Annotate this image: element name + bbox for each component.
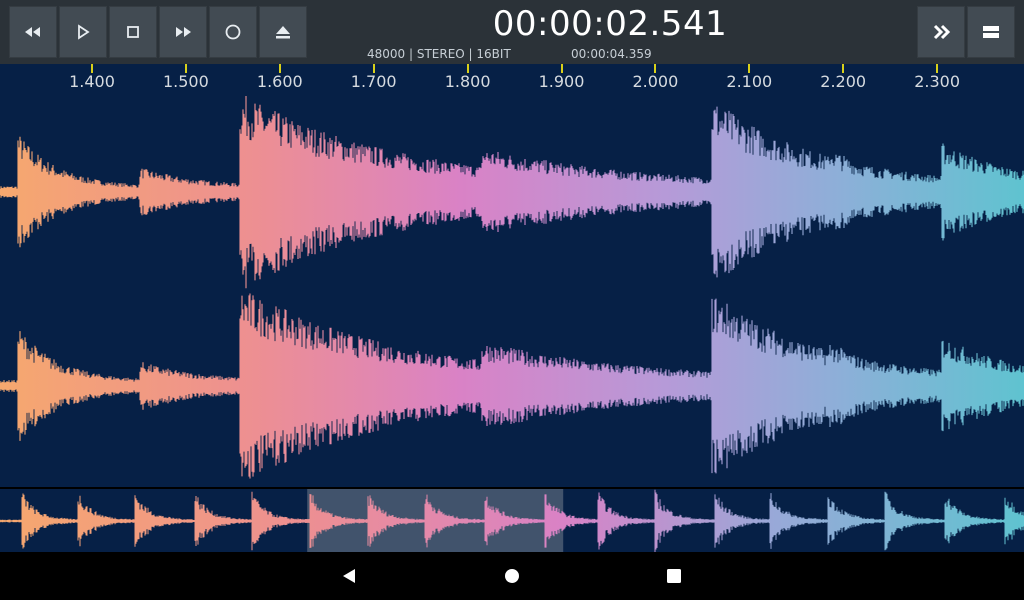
toolbar: 00:00:02.541 48000 | STEREO | 16BIT 00:0… — [0, 0, 1024, 64]
ruler-label: 1.700 — [350, 72, 397, 91]
ruler-label: 2.300 — [914, 72, 960, 91]
eject-button[interactable] — [259, 6, 307, 58]
play-button[interactable] — [59, 6, 107, 58]
skip-forward-button[interactable] — [917, 6, 965, 58]
stop-icon — [127, 26, 139, 38]
fast-forward-button[interactable] — [159, 6, 207, 58]
menu-icon — [983, 26, 999, 38]
ruler-label: 2.200 — [820, 72, 867, 91]
ruler-label: 1.900 — [538, 72, 585, 91]
play-icon — [78, 24, 90, 40]
fast-forward-icon — [176, 27, 191, 37]
ruler-label: 1.500 — [162, 72, 209, 91]
home-button[interactable] — [498, 562, 526, 590]
ruler-label: 2.100 — [726, 72, 773, 91]
ruler-label: 2.000 — [632, 72, 679, 91]
waveform-right-channel — [0, 293, 1024, 479]
timecode-display: 00:00:02.541 — [492, 4, 728, 44]
eject-icon — [276, 26, 290, 39]
record-icon — [225, 24, 241, 40]
stop-button[interactable] — [109, 6, 157, 58]
time-ruler[interactable]: 1.400 1.500 1.600 1.700 1.800 1.900 2.000 2.100… — [0, 64, 1024, 98]
record-button[interactable] — [209, 6, 257, 58]
menu-button[interactable] — [967, 6, 1015, 58]
ruler-label: 1.600 — [256, 72, 303, 91]
audio-format-info: 48000 | STEREO | 16BIT — [367, 47, 511, 61]
total-duration: 00:00:04.359 — [571, 47, 652, 61]
ruler-label: 1.400 — [69, 72, 115, 91]
system-navbar — [0, 552, 1024, 600]
waveform-left-channel — [0, 95, 1024, 289]
recents-button[interactable] — [660, 562, 688, 590]
rewind-button[interactable] — [9, 6, 57, 58]
recents-square-icon — [667, 569, 681, 583]
back-triangle-icon — [343, 569, 355, 583]
double-chevron-right-icon — [933, 24, 951, 40]
ruler-label: 1.800 — [444, 72, 491, 91]
overview-waveform[interactable] — [0, 487, 1024, 554]
back-button[interactable] — [335, 562, 363, 590]
rewind-icon — [25, 27, 40, 37]
waveform-editor[interactable] — [0, 95, 1024, 486]
home-circle-icon — [505, 569, 519, 583]
